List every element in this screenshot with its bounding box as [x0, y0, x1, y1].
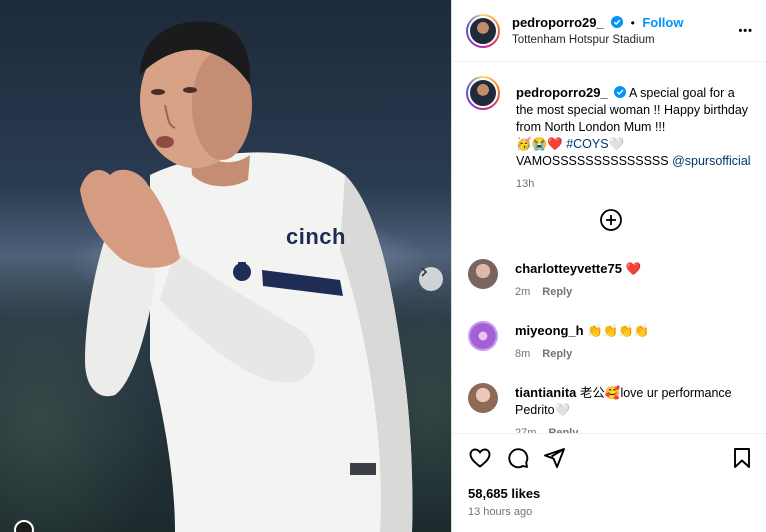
commenter-avatar[interactable] — [468, 321, 498, 351]
caption-avatar[interactable] — [466, 76, 500, 110]
like-heart-icon[interactable] — [468, 446, 492, 470]
post-timestamp[interactable]: 13 hours ago — [468, 506, 532, 518]
comment-text: ❤️ — [625, 262, 642, 276]
reply-button[interactable]: Reply — [542, 348, 572, 360]
post-caption: pedroporro29_ A special goal for a the m… — [516, 84, 752, 193]
comment-age: 8m — [515, 348, 531, 360]
save-bookmark-icon[interactable] — [730, 446, 754, 470]
shirt-sponsor: cinch — [286, 224, 346, 249]
post-photo[interactable]: cinch — [0, 0, 451, 532]
author-avatar[interactable] — [466, 14, 500, 48]
player-illustration — [80, 21, 413, 532]
caption-emojis: 🥳😭❤️ — [516, 137, 563, 151]
hashtag-link[interactable]: #COYS — [566, 137, 608, 151]
verified-badge-icon — [611, 16, 624, 28]
header-user-line: pedroporro29_ • Follow — [512, 14, 683, 32]
comment-item: charlotteyvette75 ❤️ 2m Reply — [468, 259, 758, 303]
follow-button[interactable]: Follow — [642, 15, 683, 30]
author-username[interactable]: pedroporro29_ — [512, 15, 604, 30]
commenter-username[interactable]: tiantianita — [515, 385, 576, 400]
post-side-panel: pedroporro29_ • Follow Tottenham Hotspur… — [451, 0, 766, 532]
commenter-username[interactable]: charlotteyvette75 — [515, 261, 622, 276]
comment-bubble-icon[interactable] — [506, 446, 530, 470]
verified-badge-icon — [614, 86, 627, 98]
load-more-comments-icon[interactable] — [599, 208, 623, 232]
chevron-right-icon — [421, 267, 428, 277]
carousel-next-button[interactable] — [419, 267, 443, 291]
caption-age: 13h — [516, 178, 535, 190]
commenter-avatar[interactable] — [468, 259, 498, 289]
caption-username[interactable]: pedroporro29_ — [516, 85, 608, 100]
comment-text: 👏👏👏👏 — [587, 324, 650, 338]
commenter-avatar[interactable] — [468, 383, 498, 413]
post-actions-bar: 58,685 likes 13 hours ago — [452, 433, 766, 532]
more-options-icon[interactable]: ••• — [738, 25, 753, 37]
caption-vamos: VAMOSSSSSSSSSSSSSS — [516, 154, 669, 168]
location-link[interactable]: Tottenham Hotspur Stadium — [512, 34, 655, 46]
comment-age: 2m — [515, 286, 531, 298]
share-send-icon[interactable] — [542, 446, 566, 470]
post-header: pedroporro29_ • Follow Tottenham Hotspur… — [452, 0, 766, 62]
comment-item: miyeong_h 👏👏👏👏 8m Reply — [468, 321, 758, 365]
commenter-username[interactable]: miyeong_h — [515, 323, 584, 338]
separator-dot: • — [630, 16, 635, 30]
mention-link[interactable]: @spursofficial — [672, 154, 750, 168]
caption-heart: 🤍 — [608, 137, 625, 151]
reply-button[interactable]: Reply — [542, 286, 572, 298]
likes-count[interactable]: 58,685 likes — [468, 486, 540, 501]
